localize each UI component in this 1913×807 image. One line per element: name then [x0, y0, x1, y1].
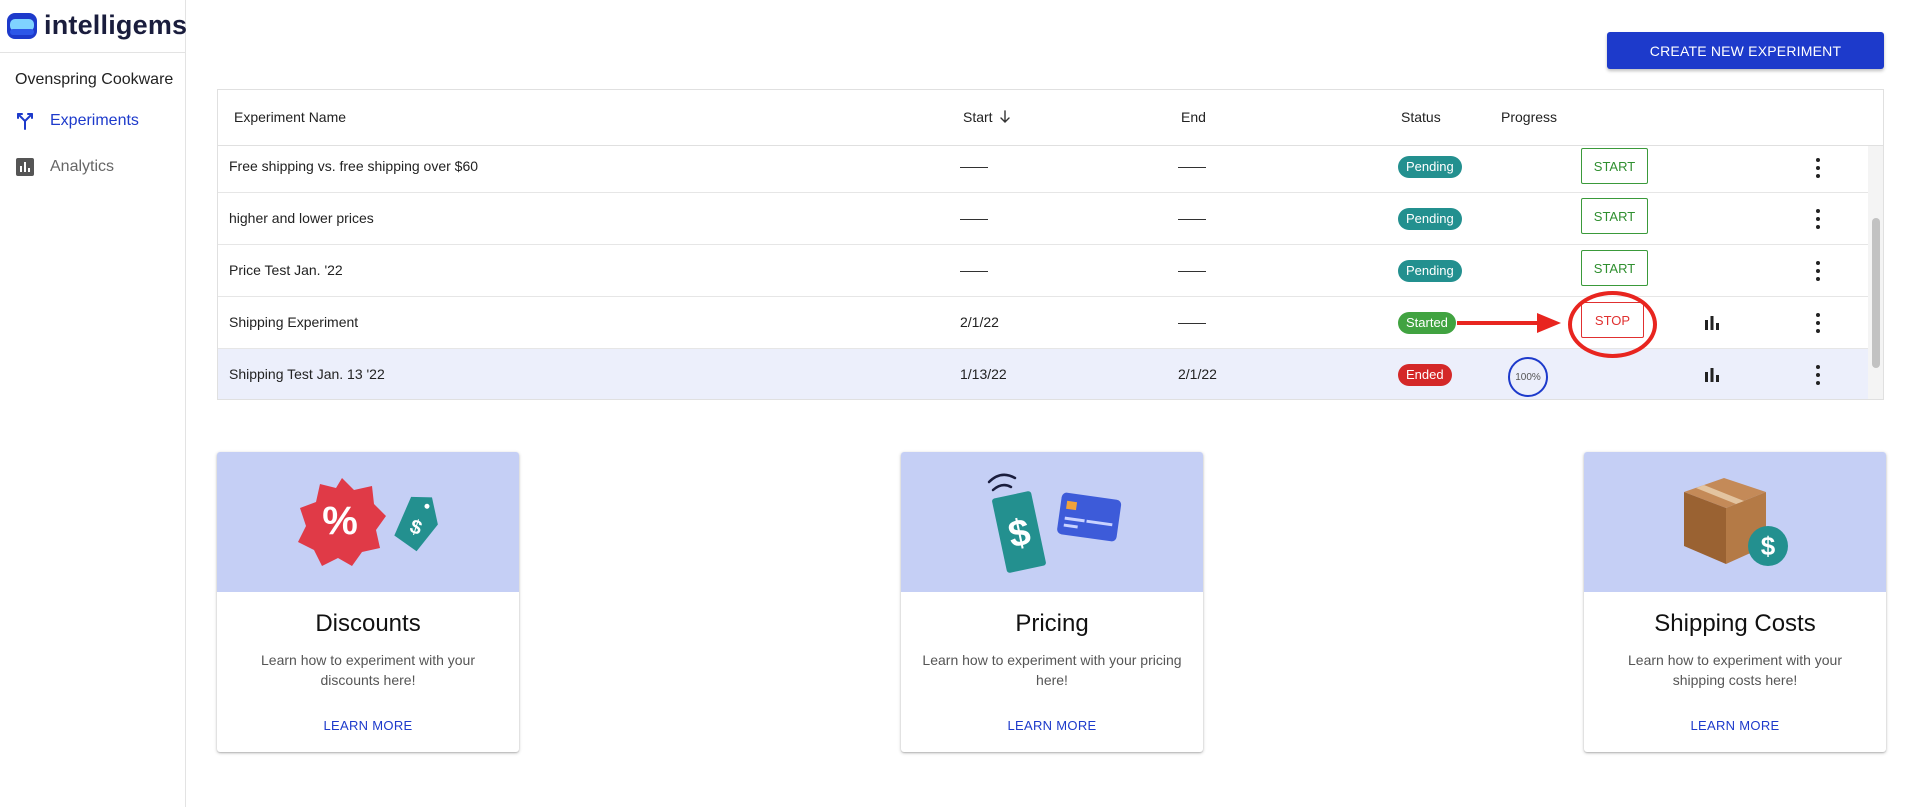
- discounts-illustration: % $: [217, 452, 519, 592]
- table-row[interactable]: Free shipping vs. free shipping over $60…: [218, 146, 1868, 193]
- start-date: ——: [960, 158, 988, 174]
- column-header-start[interactable]: Start: [963, 109, 1011, 125]
- scrollbar-thumb[interactable]: [1872, 218, 1880, 368]
- more-vert-icon[interactable]: [1808, 259, 1828, 283]
- logo-text: intelligems: [44, 10, 188, 40]
- bar-chart-icon[interactable]: [1703, 366, 1721, 384]
- store-name: Ovenspring Cookware: [15, 71, 174, 88]
- sidebar-item-experiments[interactable]: Experiments: [14, 110, 139, 132]
- end-date: ——: [1178, 314, 1206, 330]
- progress-indicator: 100%: [1508, 357, 1548, 397]
- column-header-progress[interactable]: Progress: [1501, 109, 1557, 125]
- table-scrollbar[interactable]: [1868, 146, 1883, 399]
- column-header-start-label: Start: [963, 109, 993, 125]
- create-new-experiment-button[interactable]: CREATE NEW EXPERIMENT: [1607, 32, 1884, 69]
- sidebar-item-label: Experiments: [50, 112, 139, 129]
- card-description: Learn how to experiment with your pricin…: [922, 652, 1182, 688]
- start-date: ——: [960, 262, 988, 278]
- start-date: ——: [960, 210, 988, 226]
- experiment-name: Price Test Jan. '22: [229, 262, 343, 278]
- shipping-illustration: $: [1584, 452, 1886, 592]
- shipping-costs-card: $ Shipping Costs Learn how to experiment…: [1584, 452, 1886, 752]
- experiment-name: Shipping Test Jan. 13 '22: [229, 366, 385, 382]
- end-date: ——: [1178, 262, 1206, 278]
- experiment-name: Free shipping vs. free shipping over $60: [229, 158, 479, 174]
- status-badge: Pending: [1398, 208, 1462, 230]
- experiment-name: higher and lower prices: [229, 210, 374, 226]
- status-badge: Started: [1398, 312, 1456, 334]
- experiment-name: Shipping Experiment: [229, 314, 359, 330]
- table-header: Experiment Name Start End Status Progres…: [218, 90, 1883, 146]
- card-title: Pricing: [1015, 610, 1089, 637]
- card-description: Learn how to experiment with your shippi…: [1628, 652, 1842, 688]
- sidebar: intelligems Ovenspring Cookware Experime…: [0, 0, 187, 807]
- annotation-circle: [1568, 291, 1657, 358]
- svg-text:%: %: [322, 499, 358, 543]
- column-header-end[interactable]: End: [1181, 109, 1206, 125]
- end-date: 2/1/22: [1178, 366, 1217, 382]
- card-title: Discounts: [315, 610, 421, 637]
- svg-text:$: $: [1761, 531, 1776, 561]
- more-vert-icon[interactable]: [1808, 207, 1828, 231]
- status-badge: Pending: [1398, 156, 1462, 178]
- more-vert-icon[interactable]: [1808, 156, 1828, 180]
- branch-icon: [14, 110, 36, 132]
- card-description: Learn how to experiment with your discou…: [261, 652, 475, 688]
- more-vert-icon[interactable]: [1808, 363, 1828, 387]
- card-title: Shipping Costs: [1654, 610, 1816, 637]
- annotation-arrow-icon: [1457, 313, 1561, 333]
- sidebar-item-analytics[interactable]: Analytics: [14, 156, 114, 178]
- column-header-name[interactable]: Experiment Name: [234, 109, 346, 125]
- learn-more-link[interactable]: LEARN MORE: [901, 718, 1203, 733]
- table-row[interactable]: Price Test Jan. '22 —— —— Pending START: [218, 245, 1868, 297]
- learn-more-link[interactable]: LEARN MORE: [1584, 718, 1886, 733]
- column-header-status[interactable]: Status: [1401, 109, 1441, 125]
- intelligems-logo-icon: [6, 11, 38, 41]
- start-date: 1/13/22: [960, 366, 1007, 382]
- start-date: 2/1/22: [960, 314, 999, 330]
- discounts-card: % $ Discounts Learn how to experiment wi…: [217, 452, 519, 752]
- app-logo[interactable]: intelligems: [6, 10, 187, 41]
- bar-chart-icon: [14, 156, 36, 178]
- start-button[interactable]: START: [1581, 250, 1648, 286]
- end-date: ——: [1178, 158, 1206, 174]
- pricing-illustration: $: [901, 452, 1203, 592]
- more-vert-icon[interactable]: [1808, 311, 1828, 335]
- status-badge: Ended: [1398, 364, 1452, 386]
- sidebar-item-label: Analytics: [50, 158, 115, 175]
- table-row[interactable]: higher and lower prices —— —— Pending ST…: [218, 193, 1868, 245]
- sort-arrow-down-icon: [999, 110, 1010, 123]
- learn-more-link[interactable]: LEARN MORE: [217, 718, 519, 733]
- status-badge: Pending: [1398, 260, 1462, 282]
- sidebar-divider: [0, 52, 186, 53]
- start-button[interactable]: START: [1581, 148, 1648, 184]
- pricing-card: $ Pricing Learn how to experiment with y…: [901, 452, 1203, 752]
- start-button[interactable]: START: [1581, 198, 1648, 234]
- end-date: ——: [1178, 210, 1206, 226]
- bar-chart-icon[interactable]: [1703, 314, 1721, 332]
